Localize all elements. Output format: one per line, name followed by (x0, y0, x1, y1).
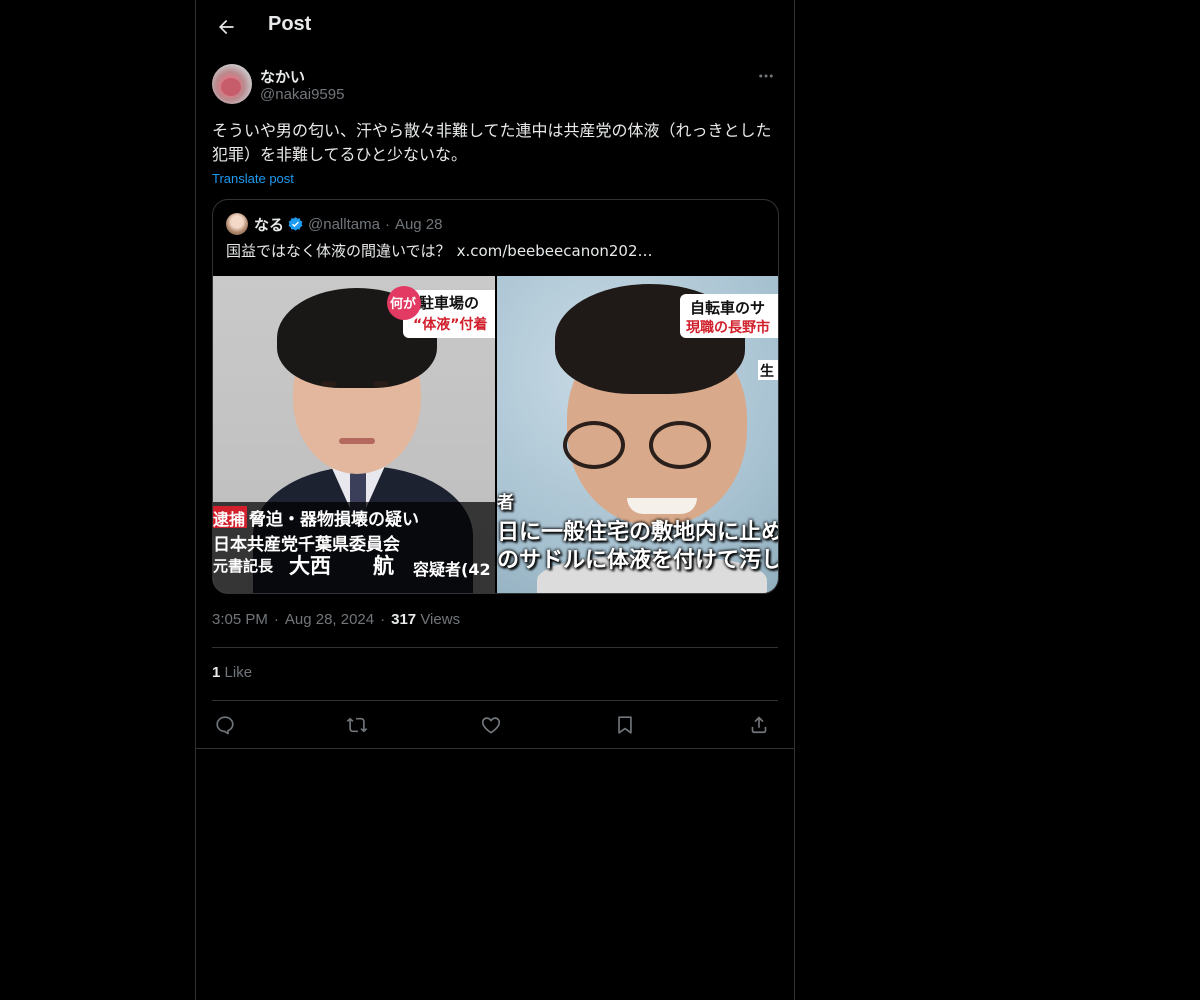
post-author: なかい @nakai9595 (212, 64, 778, 108)
news-subline: “体液”付着 (413, 317, 488, 333)
post-text: そういや男の匂い、汗やら散々非難してた連中は共産党の体液（れっきとした犯罪）を非… (212, 121, 772, 164)
news-caption-box: 自転車のサ 現職の長野市 (680, 294, 778, 338)
verified-badge-icon (287, 216, 304, 233)
news-red-label: 逮捕 (213, 506, 247, 529)
news-caption-suffix: 容疑者(42 (413, 560, 491, 579)
news-corner-text: 者 (497, 493, 514, 513)
repost-icon (346, 717, 368, 733)
photo-shape (627, 498, 697, 514)
share-button[interactable] (746, 712, 772, 738)
main-column: Post なかい @nakai9595 そういや男の匂い、汗やら散々非難してた連… (195, 0, 795, 1000)
photo-shape (373, 381, 389, 387)
quote-text: 国益ではなく体液の間違いでは？ x.com/beebeecanon202… (226, 240, 653, 261)
back-button[interactable] (208, 9, 244, 45)
news-side-box: 生 (758, 360, 778, 380)
photo-shape (339, 438, 375, 444)
news-tag-circle: 何が (387, 286, 421, 320)
quote-author-name[interactable]: なる (254, 214, 284, 235)
author-handle[interactable]: @nakai9595 (260, 86, 344, 103)
photo-shape (563, 421, 625, 469)
more-icon (759, 74, 773, 78)
views-label: Views (420, 611, 461, 628)
divider (196, 748, 794, 749)
news-headline: 駐車場の (419, 294, 480, 312)
likes-link[interactable]: 1 Like (212, 664, 252, 681)
quote-image-right[interactable]: 自転車のサ 現職の長野市 生 者 日に一般住宅の敷地内に止めて のサドルに体液を… (497, 276, 778, 593)
action-bar (212, 712, 778, 738)
news-red-text: 逮捕 (213, 510, 246, 529)
like-icon (481, 717, 501, 734)
photo-shape (321, 381, 337, 387)
divider (212, 647, 778, 648)
news-headline: 自転車のサ (690, 299, 766, 317)
post-meta: 3:05 PM · Aug 28, 2024 · 317 Views (212, 611, 460, 628)
header: Post (196, 0, 794, 54)
divider (212, 700, 778, 701)
quote-link[interactable]: x.com/beebeecanon202… (457, 242, 653, 260)
page-title: Post (268, 13, 312, 35)
news-caption-line2: のサドルに体液を付けて汚した (497, 548, 778, 573)
likes-label: Like (224, 664, 253, 681)
news-caption-role: 元書記長 (213, 557, 274, 575)
photo-shape (649, 421, 711, 469)
news-side-text: 生 (760, 364, 774, 380)
bookmark-button[interactable] (612, 712, 638, 738)
reply-button[interactable] (212, 712, 238, 738)
reply-icon (216, 716, 234, 735)
post-time[interactable]: 3:05 PM (212, 611, 268, 628)
quote-media: 駐車場の “体液”付着 何が 逮捕 脅迫・器物損壊の疑い 日本共産党千葉県委員会… (213, 276, 778, 593)
avatar[interactable] (212, 64, 252, 104)
quote-date[interactable]: Aug 28 (395, 216, 443, 233)
views-count: 317 (391, 611, 417, 628)
news-tag: 何が (390, 297, 417, 312)
news-subline: 現職の長野市 (686, 320, 770, 336)
quote-image-left[interactable]: 駐車場の “体液”付着 何が 逮捕 脅迫・器物損壊の疑い 日本共産党千葉県委員会… (213, 276, 495, 593)
quoted-post[interactable]: なる @nalltama · Aug 28 国益ではなく体液の間違いでは？ x.c… (212, 199, 779, 594)
likes-count: 1 (212, 664, 221, 681)
bookmark-icon (618, 716, 632, 734)
quote-avatar[interactable] (226, 213, 248, 235)
separator-dot: · (273, 611, 279, 628)
translate-post-link[interactable]: Translate post (212, 171, 294, 186)
repost-button[interactable] (344, 712, 370, 738)
news-caption-name: 大西 航 (289, 554, 394, 578)
post-date[interactable]: Aug 28, 2024 (285, 611, 374, 628)
quote-body: 国益ではなく体液の間違いでは？ (226, 242, 451, 260)
more-button[interactable] (754, 64, 778, 88)
author-name[interactable]: なかい (260, 66, 305, 87)
separator-dot: · (380, 611, 386, 628)
like-button[interactable] (478, 712, 504, 738)
share-icon (751, 716, 767, 734)
news-caption-line1: 脅迫・器物損壊の疑い (249, 510, 419, 530)
back-arrow-icon (219, 19, 234, 35)
quote-header: なる @nalltama · Aug 28 (226, 213, 443, 235)
separator-dot: · (384, 215, 390, 233)
quote-author-handle[interactable]: @nalltama (308, 216, 380, 233)
